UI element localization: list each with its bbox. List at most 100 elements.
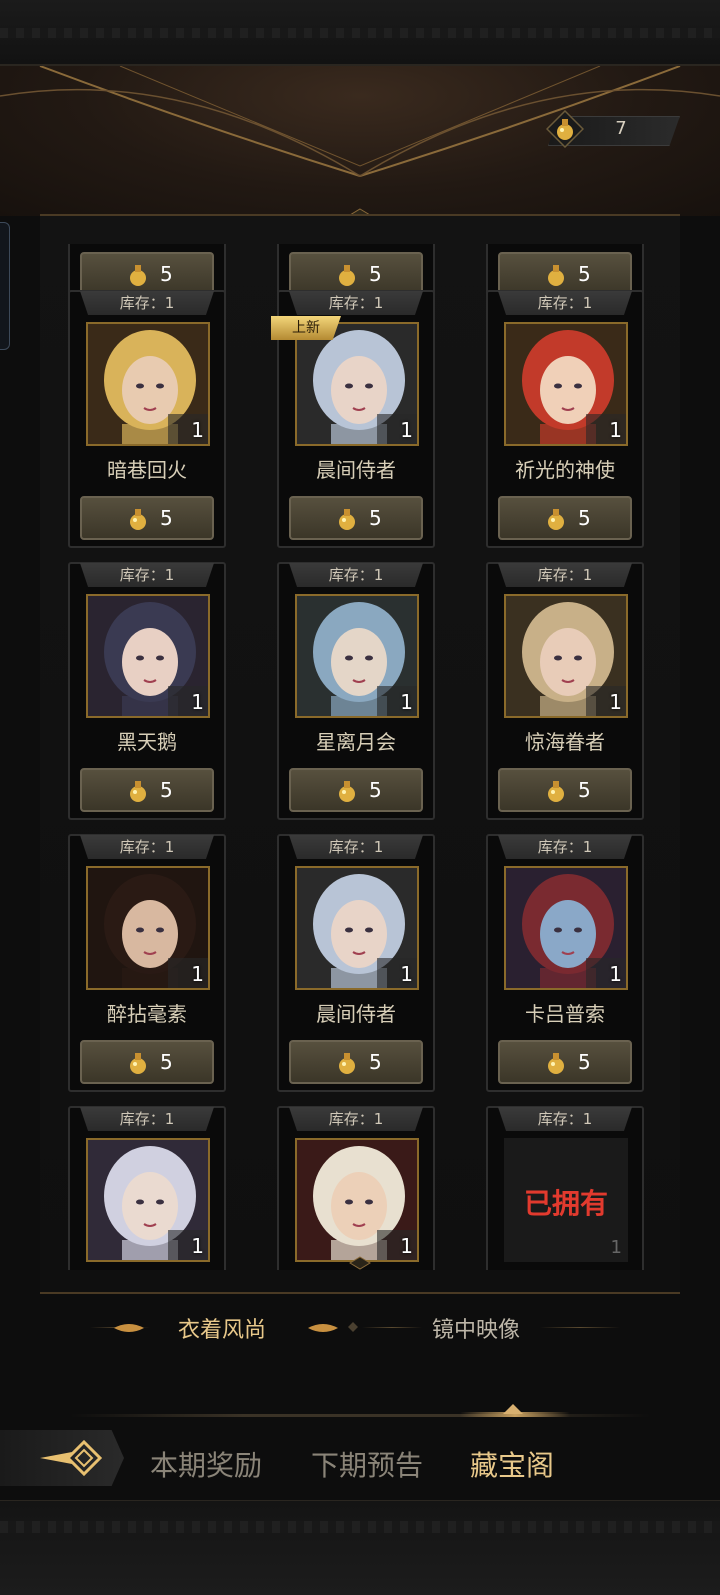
stock-label: 库存：1 bbox=[80, 835, 214, 859]
price-button[interactable]: 5 bbox=[289, 768, 423, 812]
character-name: 黑天鹅 bbox=[117, 730, 177, 754]
gold-flask-icon bbox=[339, 1053, 355, 1074]
nav-tab-next-preview[interactable]: 下期预告 bbox=[311, 1444, 423, 1484]
subtab-separator-icon bbox=[348, 1322, 358, 1332]
subtab-right-flourish-icon bbox=[308, 1324, 338, 1332]
quantity-label: 1 bbox=[400, 1234, 413, 1258]
nav-tab-treasure-pavilion[interactable]: 藏宝阁 bbox=[470, 1444, 554, 1484]
character-portrait: 1 bbox=[86, 866, 210, 990]
gold-flask-icon bbox=[130, 509, 146, 530]
shop-card[interactable]: 库存：1 1 上新晨间侍者 5 bbox=[271, 290, 435, 548]
character-portrait: 1 bbox=[504, 594, 628, 718]
price-button[interactable]: 5 bbox=[498, 768, 632, 812]
quantity-label: 1 bbox=[610, 1237, 622, 1258]
gold-flask-icon bbox=[130, 1053, 146, 1074]
active-tab-marker-icon bbox=[503, 1404, 523, 1414]
quantity-label: 1 bbox=[400, 962, 413, 986]
character-portrait: 1 bbox=[86, 322, 210, 446]
price-value: 5 bbox=[578, 778, 591, 802]
gold-flask-icon bbox=[130, 265, 146, 286]
stock-label: 库存：1 bbox=[80, 1107, 214, 1131]
stock-label: 库存：1 bbox=[289, 291, 423, 315]
price-value: 5 bbox=[578, 262, 591, 286]
character-portrait: 1 bbox=[295, 594, 419, 718]
shop-card[interactable]: 库存：1 1 黑天鹅 5 bbox=[68, 562, 226, 820]
owned-overlay: 已拥有 1 bbox=[504, 1138, 628, 1262]
price-value: 5 bbox=[578, 1050, 591, 1074]
shop-card[interactable]: 库存：1 1 卡吕普索 5 bbox=[486, 834, 644, 1092]
subtab-left-flourish-icon bbox=[114, 1324, 144, 1332]
character-name: 惊海眷者 bbox=[525, 730, 605, 754]
character-name: 星离月会 bbox=[316, 730, 396, 754]
new-badge: 上新 bbox=[271, 316, 341, 340]
price-button[interactable]: 5 bbox=[80, 1040, 214, 1084]
shop-card[interactable]: 库存：1 1 暗巷回火 5 bbox=[68, 290, 226, 548]
subtab-fashion[interactable]: 衣着风尚 bbox=[178, 1312, 266, 1344]
shop-card[interactable]: 库存：1 1 bbox=[68, 1106, 226, 1270]
gold-flask-icon bbox=[548, 509, 564, 530]
character-portrait: 1 bbox=[86, 594, 210, 718]
shop-card[interactable]: 库存：1 1 祈光的神使 5 bbox=[486, 290, 644, 548]
shop-card[interactable]: 库存：1 1 晨间侍者 5 bbox=[277, 834, 435, 1092]
stock-label: 库存：1 bbox=[289, 1107, 423, 1131]
owned-label: 已拥有 bbox=[523, 1187, 608, 1220]
stock-label: 库存：1 bbox=[498, 1107, 632, 1131]
gallery-scroll-area[interactable]: 5 5 5 库存：1 1 暗巷回火 5 库存：1 1 上新 晨间侍者 5 库存：1 1 祈光的神使 5 库存：1… bbox=[40, 244, 680, 1270]
character-name: 卡吕普索 bbox=[525, 1002, 605, 1026]
subtabs: 衣着风尚 镜中映像 bbox=[0, 1308, 720, 1348]
gold-flask-icon bbox=[130, 781, 146, 802]
bottom-nav: 本期奖励 下期预告 藏宝阁 bbox=[0, 1420, 720, 1500]
shop-card[interactable]: 库存：1 1 醉拈毫素 5 bbox=[68, 834, 226, 1092]
gold-flask-icon bbox=[548, 781, 564, 802]
currency-value: 7 bbox=[615, 118, 627, 139]
price-value: 5 bbox=[369, 506, 382, 530]
price-button[interactable]: 5 bbox=[80, 768, 214, 812]
back-button[interactable] bbox=[0, 1430, 124, 1486]
side-tab[interactable] bbox=[0, 222, 10, 350]
gold-coin-flask-icon bbox=[546, 110, 584, 148]
subtab-mirror[interactable]: 镜中映像 bbox=[432, 1312, 520, 1344]
shop-card[interactable]: 库存：1 1 惊海眷者 5 bbox=[486, 562, 644, 820]
character-portrait: 1 bbox=[295, 1138, 419, 1262]
subtab-line-right bbox=[540, 1327, 620, 1328]
character-portrait: 1 bbox=[504, 866, 628, 990]
diamond-arrow-back-icon bbox=[40, 1440, 103, 1476]
shop-card[interactable]: 库存：1 1 星离月会 5 bbox=[277, 562, 435, 820]
gold-flask-icon bbox=[339, 781, 355, 802]
price-button[interactable]: 5 bbox=[498, 496, 632, 540]
price-value: 5 bbox=[160, 1050, 173, 1074]
gold-flask-icon bbox=[548, 1053, 564, 1074]
shop-card[interactable]: 库存：1 1已拥有1 bbox=[486, 1106, 644, 1270]
top-frame bbox=[0, 0, 720, 66]
shop-card[interactable]: 库存：1 1 bbox=[277, 1106, 435, 1270]
price-button[interactable]: 5 bbox=[498, 1040, 632, 1084]
quantity-label: 1 bbox=[609, 418, 622, 442]
stock-label: 库存：1 bbox=[498, 563, 632, 587]
price-value: 5 bbox=[160, 778, 173, 802]
character-name: 晨间侍者 bbox=[316, 458, 396, 482]
bottom-frame bbox=[0, 1500, 720, 1595]
price-button[interactable]: 5 bbox=[80, 496, 214, 540]
quantity-label: 1 bbox=[609, 690, 622, 714]
stock-label: 库存：1 bbox=[80, 563, 214, 587]
character-portrait: 1 bbox=[295, 322, 419, 446]
shop-gallery[interactable]: 5 5 5 库存：1 1 暗巷回火 5 库存：1 1 上新 晨间侍者 5 库存：1 1 祈光的神使 5 库存：1… bbox=[40, 214, 680, 1294]
price-value: 5 bbox=[369, 778, 382, 802]
character-name: 暗巷回火 bbox=[107, 458, 187, 482]
price-value: 5 bbox=[369, 262, 382, 286]
stock-label: 库存：1 bbox=[289, 835, 423, 859]
quantity-label: 1 bbox=[609, 962, 622, 986]
character-name: 晨间侍者 bbox=[316, 1002, 396, 1026]
price-button[interactable]: 5 bbox=[289, 496, 423, 540]
subtab-line-mid bbox=[362, 1327, 422, 1328]
quantity-label: 1 bbox=[191, 418, 204, 442]
quantity-label: 1 bbox=[191, 1234, 204, 1258]
gold-flask-icon bbox=[339, 509, 355, 530]
gold-flask-icon bbox=[548, 265, 564, 286]
price-button[interactable]: 5 bbox=[289, 1040, 423, 1084]
nav-tab-current-rewards[interactable]: 本期奖励 bbox=[150, 1444, 262, 1484]
character-name: 祈光的神使 bbox=[515, 458, 615, 482]
price-value: 5 bbox=[160, 262, 173, 286]
character-portrait: 1 bbox=[504, 322, 628, 446]
stock-label: 库存：1 bbox=[80, 291, 214, 315]
